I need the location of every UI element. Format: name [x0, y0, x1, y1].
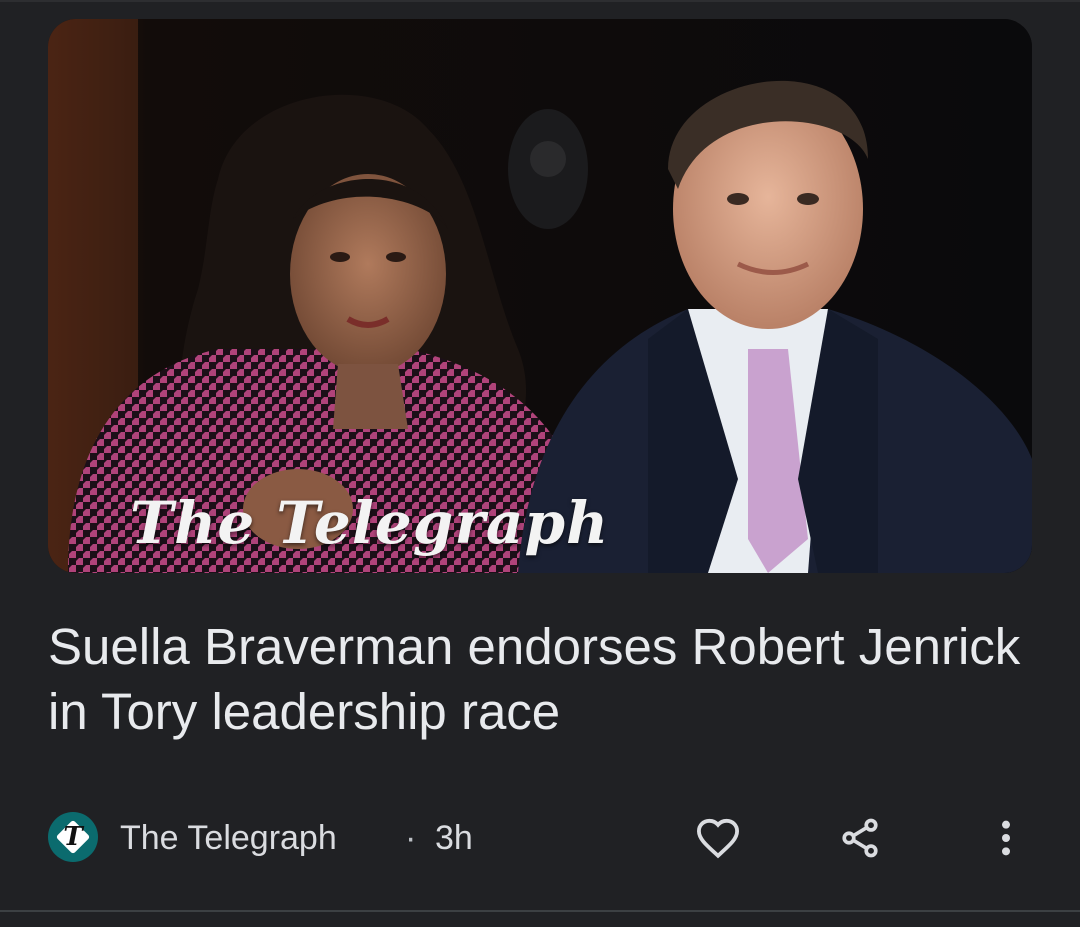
article-thumbnail[interactable]: The Telegraph: [48, 19, 1032, 573]
source-name[interactable]: The Telegraph: [120, 818, 337, 858]
meta-separator: ·: [405, 819, 417, 857]
more-vert-icon: [1002, 820, 1010, 856]
like-button[interactable]: [692, 812, 744, 864]
news-card[interactable]: The Telegraph Suella Braverman endorses …: [0, 0, 1080, 927]
article-meta-row: T The Telegraph · 3h: [48, 812, 1032, 864]
article-headline[interactable]: Suella Braverman endorses Robert Jenrick…: [48, 614, 1038, 744]
more-options-button[interactable]: [980, 812, 1032, 864]
bottom-divider: [0, 910, 1080, 912]
publish-age: 3h: [435, 819, 473, 857]
thumbnail-watermark: The Telegraph: [130, 489, 610, 557]
source-logo-letter: T: [63, 822, 83, 852]
top-divider: [0, 0, 1080, 2]
heart-outline-icon: [696, 818, 740, 859]
share-button[interactable]: [834, 812, 886, 864]
share-icon: [842, 818, 878, 858]
source-logo: T: [48, 812, 98, 862]
